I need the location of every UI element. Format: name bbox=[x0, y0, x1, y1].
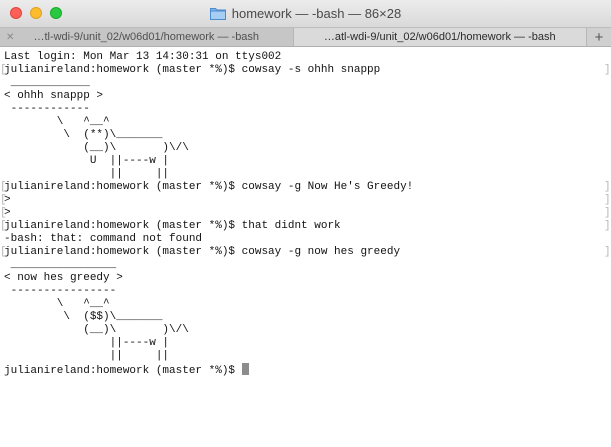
terminal-line: \ ^__^ bbox=[4, 298, 611, 311]
terminal-line-text: ____________ bbox=[4, 77, 90, 89]
line-mark-icon: [ bbox=[0, 246, 7, 258]
tab-1[interactable]: ✕ …tl-wdi-9/unit_02/w06d01/homework — -b… bbox=[0, 28, 294, 46]
new-tab-button[interactable]: + bbox=[587, 28, 611, 46]
tab-close-icon[interactable]: ✕ bbox=[6, 32, 14, 43]
terminal-line-text: julianireland:homework (master *%)$ cows… bbox=[4, 64, 381, 76]
terminal-line-text: \ ^__^ bbox=[4, 116, 110, 128]
terminal-line: < now hes greedy > bbox=[4, 272, 611, 285]
line-mark-icon: ] bbox=[604, 181, 611, 193]
terminal-line: Last login: Mon Mar 13 14:30:31 on ttys0… bbox=[4, 51, 611, 64]
terminal-line: < ohhh snappp > bbox=[4, 90, 611, 103]
terminal-line: julianireland:homework (master *%)$ that… bbox=[0, 220, 611, 233]
terminal-cursor bbox=[241, 363, 249, 375]
line-mark-icon: [ bbox=[0, 181, 7, 193]
minimize-button[interactable] bbox=[30, 7, 42, 19]
terminal-line: || || bbox=[4, 168, 611, 181]
terminal-output[interactable]: Last login: Mon Mar 13 14:30:31 on ttys0… bbox=[0, 47, 611, 447]
terminal-line-text: < ohhh snappp > bbox=[4, 90, 104, 102]
terminal-line: >][ bbox=[0, 207, 611, 220]
terminal-line: ||----w | bbox=[4, 337, 611, 350]
tab-2[interactable]: …atl-wdi-9/unit_02/w06d01/homework — -ba… bbox=[293, 28, 587, 46]
title-bar[interactable]: homework — -bash — 86×28 bbox=[0, 0, 611, 27]
line-mark-icon: ] bbox=[604, 64, 611, 76]
terminal-line: ____________ bbox=[4, 77, 611, 90]
line-mark-icon: ] bbox=[604, 194, 611, 206]
window-title: homework — -bash — 86×28 bbox=[209, 6, 402, 21]
terminal-line-text: ||----w | bbox=[4, 337, 170, 349]
terminal-line-text: -bash: that: command not found bbox=[4, 233, 203, 245]
terminal-line-text: \ (**)\_______ bbox=[4, 129, 163, 141]
terminal-line: julianireland:homework (master *%)$ cows… bbox=[0, 64, 611, 77]
terminal-line: U ||----w | bbox=[4, 155, 611, 168]
terminal-line-text: \ ($$)\_______ bbox=[4, 311, 163, 323]
terminal-window: homework — -bash — 86×28 ✕ …tl-wdi-9/uni… bbox=[0, 0, 611, 447]
folder-icon bbox=[209, 8, 226, 20]
terminal-line: julianireland:homework (master *%)$ cows… bbox=[0, 246, 611, 259]
terminal-line: julianireland:homework (master *%)$ bbox=[4, 363, 611, 377]
terminal-line-text: (__)\ )\/\ bbox=[4, 142, 189, 154]
terminal-line: julianireland:homework (master *%)$ cows… bbox=[0, 181, 611, 194]
terminal-line: || || bbox=[4, 350, 611, 363]
terminal-line-text: ------------ bbox=[4, 103, 90, 115]
terminal-line: ________________ bbox=[4, 259, 611, 272]
terminal-line-text: julianireland:homework (master *%)$ cows… bbox=[4, 246, 401, 258]
terminal-line-text: Last login: Mon Mar 13 14:30:31 on ttys0… bbox=[4, 51, 282, 63]
close-button[interactable] bbox=[10, 7, 22, 19]
line-mark-icon: ] bbox=[604, 246, 611, 258]
terminal-line-text: < now hes greedy > bbox=[4, 272, 123, 284]
line-mark-icon: [ bbox=[0, 64, 7, 76]
terminal-line-text: ---------------- bbox=[4, 285, 117, 297]
window-controls bbox=[10, 7, 70, 19]
terminal-line-text: julianireland:homework (master *%)$ that… bbox=[4, 220, 341, 232]
terminal-line-text: ________________ bbox=[4, 259, 117, 271]
terminal-line: (__)\ )\/\ bbox=[4, 324, 611, 337]
line-mark-icon: [ bbox=[0, 220, 7, 232]
terminal-line-text: || || bbox=[4, 350, 170, 362]
terminal-line: \ ($$)\_______ bbox=[4, 311, 611, 324]
terminal-line: ------------ bbox=[4, 103, 611, 116]
window-title-text: homework — -bash — 86×28 bbox=[231, 6, 402, 21]
tab-bar: ✕ …tl-wdi-9/unit_02/w06d01/homework — -b… bbox=[0, 27, 611, 47]
line-mark-icon: [ bbox=[0, 194, 7, 206]
terminal-line: \ (**)\_______ bbox=[4, 129, 611, 142]
terminal-line-text: julianireland:homework (master *%)$ bbox=[4, 365, 242, 377]
line-mark-icon: ] bbox=[604, 220, 611, 232]
terminal-line: ---------------- bbox=[4, 285, 611, 298]
terminal-line: (__)\ )\/\ bbox=[4, 142, 611, 155]
terminal-line: \ ^__^ bbox=[4, 116, 611, 129]
terminal-line: -bash: that: command not found bbox=[4, 233, 611, 246]
terminal-line-text: || || bbox=[4, 168, 170, 180]
line-mark-icon: [ bbox=[0, 207, 7, 219]
maximize-button[interactable] bbox=[50, 7, 62, 19]
terminal-line-text: U ||----w | bbox=[4, 155, 170, 167]
terminal-line-text: (__)\ )\/\ bbox=[4, 324, 189, 336]
terminal-line-text: \ ^__^ bbox=[4, 298, 110, 310]
tab-label: …tl-wdi-9/unit_02/w06d01/homework — -bas… bbox=[33, 31, 260, 43]
line-mark-icon: ] bbox=[604, 207, 611, 219]
terminal-line: >][ bbox=[0, 194, 611, 207]
terminal-line-text: julianireland:homework (master *%)$ cows… bbox=[4, 181, 414, 193]
tab-label: …atl-wdi-9/unit_02/w06d01/homework — -ba… bbox=[323, 31, 556, 43]
